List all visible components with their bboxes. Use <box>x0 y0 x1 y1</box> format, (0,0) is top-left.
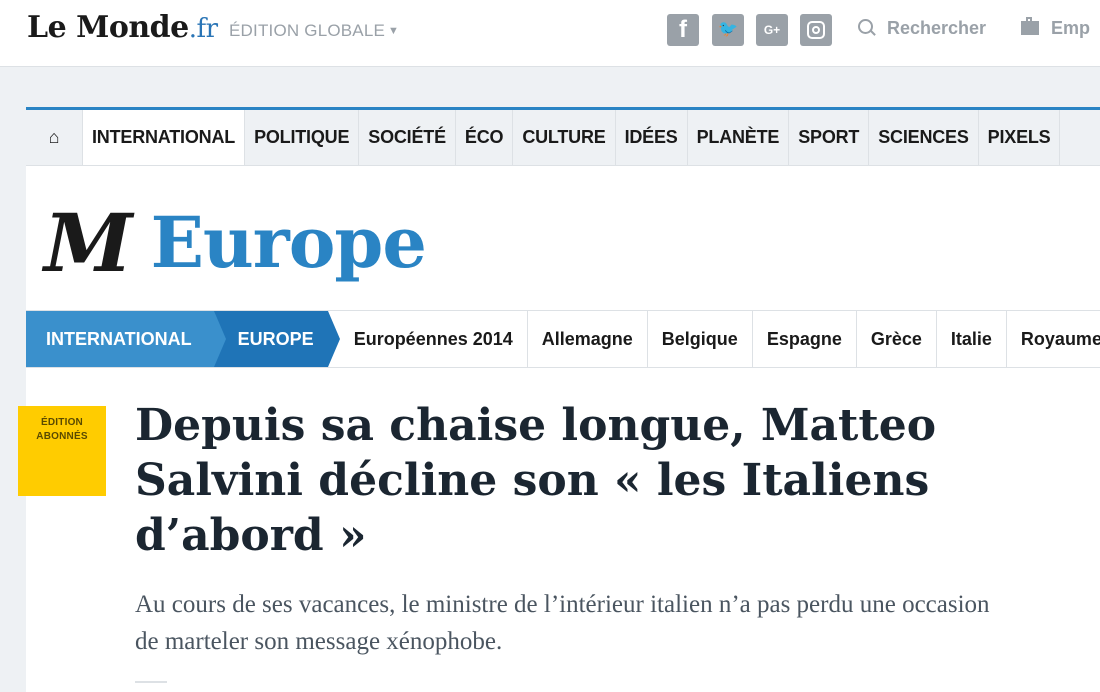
subscriber-badge: ÉDITION ABONNÉS <box>18 406 106 496</box>
logo-suffix: .fr <box>188 14 218 44</box>
nav-item-planete[interactable]: PLANÈTE <box>688 110 790 165</box>
nav-item-eco[interactable]: ÉCO <box>456 110 514 165</box>
google-plus-icon[interactable]: G+ <box>756 14 788 46</box>
top-bar: Le Monde.fr ÉDITION GLOBALE ▼ f 🐦 G+ Rech… <box>0 0 1100 67</box>
nav-item-sport[interactable]: SPORT <box>789 110 870 165</box>
search-label: Rechercher <box>887 18 987 38</box>
site-logo[interactable]: Le Monde.fr <box>27 10 218 45</box>
edition-label: ÉDITION GLOBALE <box>229 21 386 40</box>
badge-line-1: ÉDITION <box>41 417 83 428</box>
breadcrumb-europe[interactable]: EUROPE <box>213 311 340 367</box>
briefcase-icon <box>1021 17 1039 35</box>
section-title[interactable]: Europe <box>151 208 427 278</box>
article-title: Depuis sa chaise longue, Matteo Salvini … <box>135 400 937 561</box>
badge-line-2: ABONNÉS <box>36 431 88 442</box>
subnav-item-allemagne[interactable]: Allemagne <box>528 311 648 367</box>
edition-selector[interactable]: ÉDITION GLOBALE ▼ <box>229 21 399 41</box>
le-monde-monogram: M <box>44 196 133 290</box>
nav-item-international[interactable]: INTERNATIONAL <box>83 110 246 165</box>
subnav-item-espagne[interactable]: Espagne <box>753 311 857 367</box>
jobs-label: Emp <box>1051 18 1091 38</box>
sub-nav: INTERNATIONAL EUROPE Européennes 2014 Al… <box>26 310 1100 368</box>
twitter-icon[interactable]: 🐦 <box>712 14 744 46</box>
search-icon <box>858 19 873 34</box>
subnav-item-belgique[interactable]: Belgique <box>648 311 753 367</box>
logo-text: Le Monde <box>27 10 189 45</box>
search-button[interactable]: Rechercher <box>858 18 986 39</box>
nav-item-pixels[interactable]: PIXELS <box>979 110 1061 165</box>
nav-item-idees[interactable]: IDÉES <box>616 110 688 165</box>
subnav-item-grece[interactable]: Grèce <box>857 311 937 367</box>
facebook-icon[interactable]: f <box>667 14 699 46</box>
section-header: M Europe <box>44 196 427 290</box>
breadcrumb-international[interactable]: INTERNATIONAL <box>26 311 226 367</box>
instagram-icon[interactable] <box>800 14 832 46</box>
caret-down-icon: ▼ <box>388 25 400 37</box>
subnav-item-italie[interactable]: Italie <box>937 311 1007 367</box>
divider <box>135 681 167 683</box>
subnav-item-europeennes[interactable]: Européennes 2014 <box>328 311 528 367</box>
main-nav: ⌂ INTERNATIONAL POLITIQUE SOCIÉTÉ ÉCO CU… <box>26 110 1100 166</box>
home-icon[interactable]: ⌂ <box>26 110 83 165</box>
nav-item-societe[interactable]: SOCIÉTÉ <box>359 110 456 165</box>
nav-item-culture[interactable]: CULTURE <box>513 110 616 165</box>
nav-item-politique[interactable]: POLITIQUE <box>245 110 360 165</box>
article-standfirst: Au cours de ses vacances, le ministre de… <box>135 591 990 655</box>
content-panel: ⌂ INTERNATIONAL POLITIQUE SOCIÉTÉ ÉCO CU… <box>18 107 1100 692</box>
subnav-item-royaume-uni[interactable]: Royaume-Uni <box>1007 311 1100 367</box>
nav-item-sciences[interactable]: SCIENCES <box>869 110 979 165</box>
jobs-link[interactable]: Emp <box>1021 17 1091 39</box>
